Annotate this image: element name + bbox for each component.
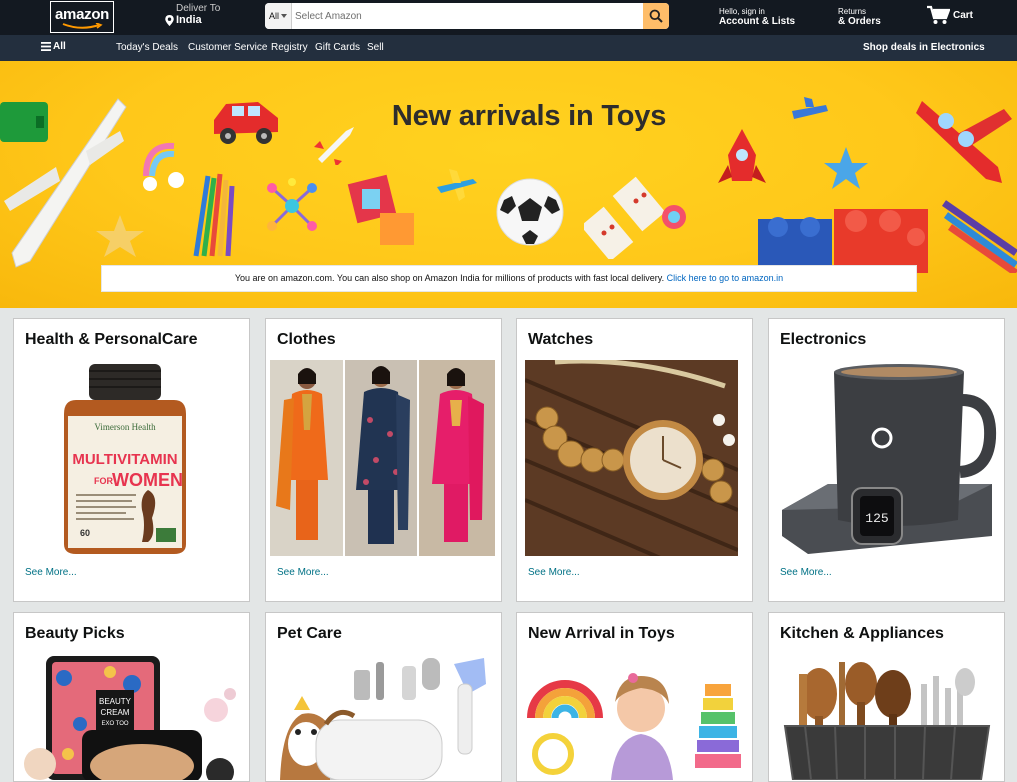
- all-menu-button[interactable]: All: [41, 41, 66, 52]
- all-menu-label: All: [53, 41, 66, 52]
- location-pin-icon: [165, 15, 174, 26]
- account-greeting: Hello, sign in: [719, 7, 765, 16]
- deliver-label: Deliver To: [176, 3, 221, 14]
- hero-title: New arrivals in Toys: [391, 100, 667, 132]
- beauty-line1: BEAUTY: [99, 697, 132, 706]
- secondary-navigation: All Today's Deals Customer Service Regis…: [0, 35, 1017, 61]
- colored-pencils-toy: [193, 173, 235, 257]
- category-card-clothes[interactable]: Clothes See More...: [265, 318, 502, 602]
- cart-label: Cart: [953, 10, 974, 21]
- notice-text: You are on amazon.com. You can also shop…: [234, 273, 665, 283]
- molecule-toy: [267, 178, 317, 231]
- card-title: Pet Care: [277, 625, 342, 642]
- cart-link[interactable]: Cart: [926, 5, 973, 25]
- account-label: Account & Lists: [719, 16, 796, 27]
- card-title: New Arrival in Toys: [528, 625, 675, 642]
- see-more-link[interactable]: See More...: [528, 567, 580, 578]
- beauty-products-image[interactable]: BEAUTY CREAM EXO TOO: [20, 654, 243, 780]
- nav-sell[interactable]: Sell: [367, 42, 384, 53]
- deliver-to[interactable]: Deliver To India: [165, 3, 220, 27]
- clothes-image[interactable]: [270, 360, 495, 556]
- mug-warmer-image[interactable]: 125: [778, 360, 998, 556]
- see-more-link[interactable]: See More...: [780, 567, 832, 578]
- card-title: Kitchen & Appliances: [780, 625, 944, 642]
- search-category-select[interactable]: All: [265, 3, 292, 29]
- category-card-new-toys[interactable]: New Arrival in Toys: [516, 612, 753, 782]
- building-blocks-toy: [758, 209, 928, 273]
- card-title: Watches: [528, 331, 594, 348]
- bottle-line2: FOR: [94, 476, 113, 486]
- hamburger-menu-icon: [41, 42, 51, 51]
- soccer-ball-toy: [496, 178, 564, 246]
- account-lists-link[interactable]: Hello, sign in Account & Lists: [719, 7, 795, 27]
- nav-registry[interactable]: Registry: [271, 42, 308, 53]
- wooden-star-toy: [96, 215, 144, 257]
- top-navigation-bar: amazon Deliver To India All H: [0, 0, 1017, 35]
- returns-label: Returns: [838, 7, 867, 16]
- beauty-line3: EXO TOO: [101, 721, 128, 727]
- search-icon: [649, 9, 663, 23]
- warmer-display: 125: [865, 511, 888, 526]
- bottle-line3: WOMEN: [112, 470, 183, 490]
- watch-image[interactable]: [525, 360, 738, 556]
- blue-plane-toy: [437, 169, 477, 201]
- category-card-watches[interactable]: Watches See More...: [516, 318, 753, 602]
- search-category-label: All: [268, 11, 279, 21]
- logo-text: amazon: [55, 6, 110, 23]
- multivitamin-bottle-image[interactable]: Vimerson Health MULTIVITAMIN FOR WOMEN 6…: [20, 360, 243, 556]
- rainbow-toy: [143, 142, 184, 191]
- red-rocket-toy: [718, 129, 766, 183]
- returns-orders-link[interactable]: Returns & Orders: [838, 7, 881, 27]
- bottle-line1: MULTIVITAMIN: [72, 451, 177, 468]
- star-toy: [824, 147, 868, 189]
- toddler-toys-image[interactable]: [523, 654, 746, 780]
- crayons-toy: [942, 200, 1017, 273]
- smile-arrow-icon: [62, 23, 103, 29]
- card-title: Electronics: [780, 331, 867, 348]
- nav-gift-cards[interactable]: Gift Cards: [315, 42, 360, 53]
- search-bar: All: [265, 3, 669, 29]
- nav-customer-service[interactable]: Customer Service: [188, 42, 267, 53]
- category-card-pet-care[interactable]: Pet Care: [265, 612, 502, 782]
- amazon-logo[interactable]: amazon: [50, 1, 114, 33]
- orders-label: & Orders: [838, 16, 881, 27]
- chevron-down-icon: [281, 14, 287, 18]
- cart-icon: [927, 5, 950, 24]
- deliver-location: India: [176, 14, 202, 26]
- card-title: Beauty Picks: [25, 625, 125, 642]
- nav-todays-deals[interactable]: Today's Deals: [116, 42, 178, 53]
- category-card-health[interactable]: Health & PersonalCare Vimerson Health MU…: [13, 318, 250, 602]
- beauty-line2: CREAM: [101, 708, 130, 717]
- search-button[interactable]: [643, 3, 669, 29]
- dominoes-toy: [584, 176, 686, 259]
- amazon-india-notice: You are on amazon.com. You can also shop…: [101, 265, 917, 292]
- bottle-count: 60: [80, 528, 90, 538]
- category-card-electronics[interactable]: Electronics 125 See More...: [768, 318, 1005, 602]
- number-blocks-toy: [347, 174, 414, 245]
- card-title: Health & PersonalCare: [25, 331, 198, 348]
- category-card-beauty[interactable]: Beauty Picks BEAUTY CREAM EXO TOO: [13, 612, 250, 782]
- kitchen-utensils-image[interactable]: [775, 654, 998, 780]
- search-input[interactable]: [292, 3, 643, 29]
- pet-grooming-image[interactable]: [272, 654, 495, 780]
- card-title: Clothes: [277, 331, 336, 348]
- see-more-link[interactable]: See More...: [277, 567, 329, 578]
- go-to-amazon-in-link[interactable]: Click here to go to amazon.in: [667, 273, 784, 283]
- see-more-link[interactable]: See More...: [25, 567, 77, 578]
- shop-electronics-promo[interactable]: Shop deals in Electronics: [863, 42, 985, 53]
- category-card-kitchen[interactable]: Kitchen & Appliances: [768, 612, 1005, 782]
- hero-banner[interactable]: New arrivals in Toys You are on amazon.c…: [0, 61, 1017, 308]
- bottle-brand: Vimerson Health: [94, 422, 156, 432]
